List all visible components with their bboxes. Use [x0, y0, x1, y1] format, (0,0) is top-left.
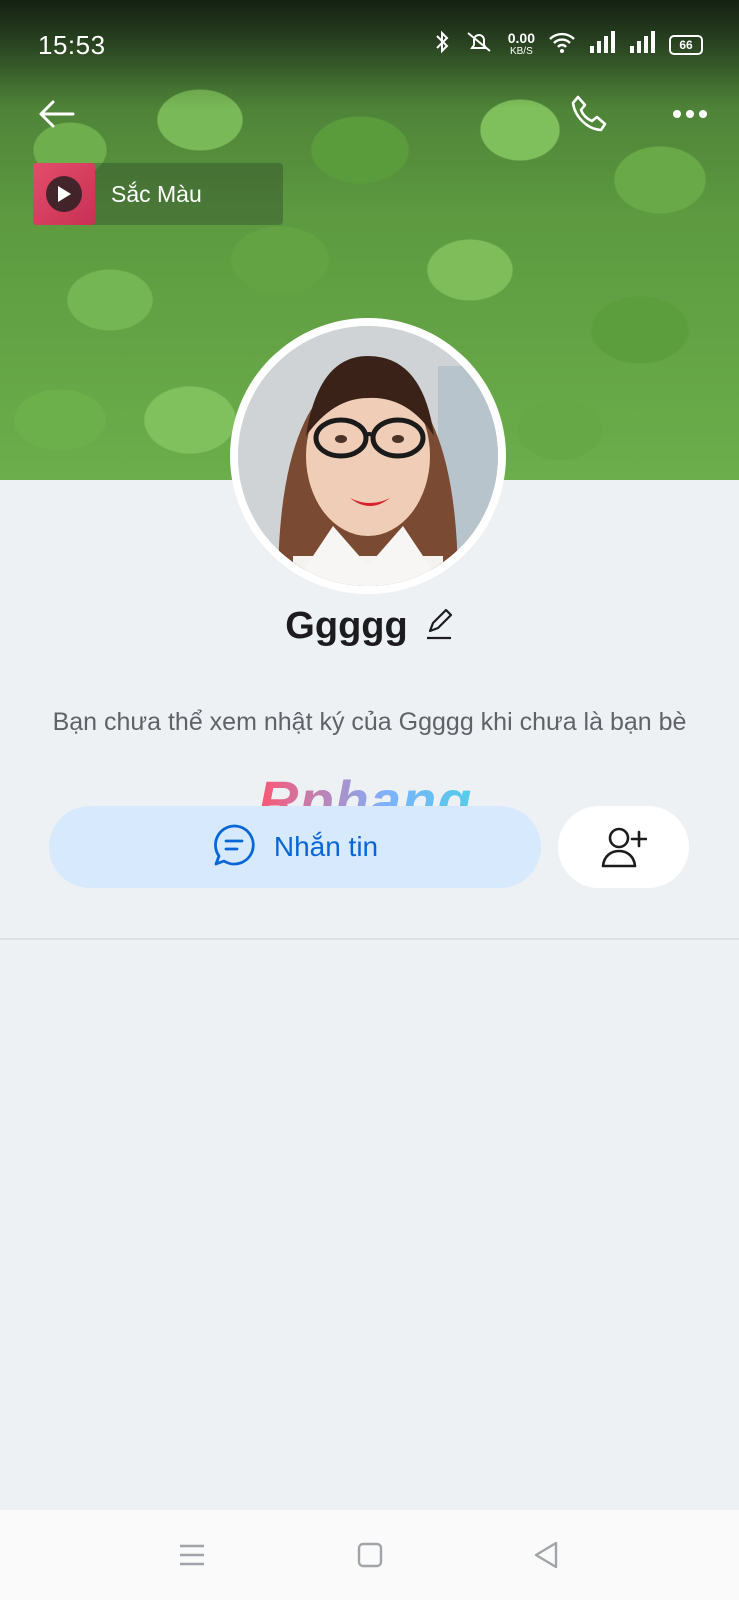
add-friend-button[interactable] — [558, 806, 689, 888]
music-cover — [33, 163, 95, 225]
message-button[interactable]: Nhắn tin — [49, 806, 541, 888]
avatar[interactable] — [230, 318, 506, 594]
home-button[interactable] — [350, 1535, 390, 1575]
phone-icon — [571, 95, 607, 132]
menu-icon — [180, 1544, 204, 1566]
back-icon — [534, 1541, 558, 1569]
chat-bubble-icon — [212, 823, 256, 872]
signal-icon — [629, 31, 655, 58]
network-speed-value: 0.00 — [507, 29, 535, 46]
music-title: Sắc Màu — [111, 180, 202, 207]
network-speed-unit: KB/S — [509, 45, 533, 57]
mute-icon — [464, 30, 494, 59]
menu-button[interactable] — [172, 1535, 212, 1575]
avatar-photo — [238, 326, 498, 586]
network-speed: 0.00 KB/S — [507, 29, 535, 58]
battery-icon: 66 — [669, 34, 703, 55]
more-dots-icon — [673, 110, 707, 118]
arrow-left-icon — [39, 100, 75, 128]
privacy-notice: Bạn chưa thể xem nhật ký của Ggggg khi c… — [52, 708, 687, 736]
call-button[interactable] — [568, 92, 612, 136]
add-user-icon — [601, 827, 647, 868]
wifi-icon — [549, 31, 575, 58]
nav-back-button[interactable] — [526, 1535, 566, 1575]
home-icon — [357, 1542, 383, 1568]
status-bar: 15:53 0.00 KB/S 66 — [0, 0, 739, 92]
profile-name: Ggggg — [285, 605, 408, 647]
signal-icon — [589, 31, 615, 58]
more-button[interactable] — [668, 92, 712, 136]
message-label: Nhắn tin — [273, 831, 379, 862]
pencil-icon[interactable] — [424, 607, 454, 646]
divider — [0, 938, 739, 940]
play-icon[interactable] — [46, 176, 82, 212]
status-time: 15:53 — [38, 30, 106, 60]
bluetooth-icon — [434, 30, 450, 59]
system-nav-bar — [0, 1510, 739, 1600]
profile-music[interactable]: Sắc Màu — [33, 163, 283, 225]
back-button[interactable] — [34, 92, 78, 136]
status-icons: 0.00 KB/S 66 — [434, 30, 703, 59]
name-row: Ggggg — [0, 605, 739, 648]
